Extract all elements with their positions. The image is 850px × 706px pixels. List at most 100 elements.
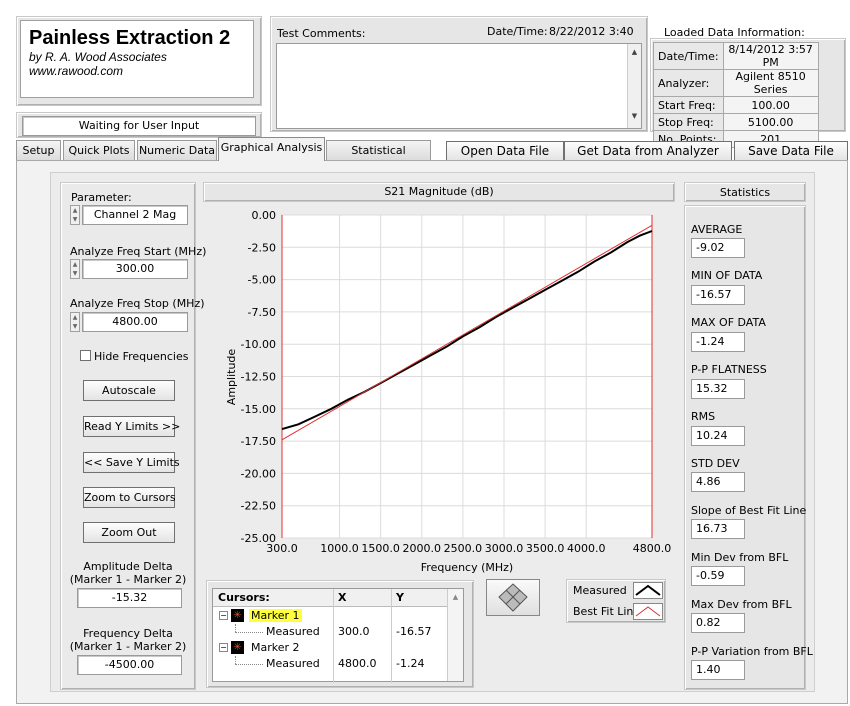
info-key: Stop Freq: [653,113,724,131]
tab-graphical-analysis[interactable]: Graphical Analysis [218,137,325,161]
info-row: Stop Freq: 5100.00 [653,113,819,131]
cursors-table[interactable]: Cursors: X Y − ✳ Marker 1 Measured 300.0… [212,588,464,683]
stat-value-min-dev-bfl: -0.59 [691,566,745,586]
marker-sub-row: Measured 4800.0 -1.24 [213,656,463,672]
test-comments-input[interactable] [276,43,642,129]
legend-measured-line-icon [635,584,661,596]
stat-label-min-dev-bfl: Min Dev from BFL [691,551,789,564]
analyze-stop-field[interactable]: 4800.00 [82,312,188,332]
stat-label-pp-var-bfl: P-P Variation from BFL [691,645,813,658]
zoom-out-button[interactable]: Zoom Out [83,522,175,543]
stat-label-min: MIN OF DATA [691,269,763,282]
stat-value-min: -16.57 [691,285,745,305]
stat-label-average: AVERAGE [691,223,743,236]
info-value: Agilent 8510 Series [722,69,819,97]
scroll-down-icon[interactable]: ▼ [628,112,641,120]
save-data-file-button[interactable]: Save Data File [734,141,848,161]
y-tick-label: -2.50 [248,241,276,254]
zoom-to-cursors-button[interactable]: Zoom to Cursors [83,487,176,508]
marker-sub-label: Measured [266,625,320,638]
y-axis-label: Amplitude [225,349,238,406]
cursors-y-header: Y [396,591,404,604]
marker-crosshair-icon: ✳ [231,641,244,654]
stat-label-std-dev: STD DEV [691,457,740,470]
legend-bestfit-label: Best Fit Line [573,605,641,618]
graph-pan-button[interactable] [486,579,540,616]
y-axis-ticks: 0.00 -2.50 -5.00 -7.50 -10.00 -12.50 -15.00 -17… [241,209,276,545]
analyze-stop-label: Analyze Freq Stop (MHz) [70,297,205,310]
marker-row[interactable]: − ✳ Marker 1 [213,608,463,624]
marker-y-value: -16.57 [396,625,432,638]
collapse-icon[interactable]: − [219,611,228,620]
x-tick-label: 4800.0 [633,542,672,555]
x-tick-label: 1500.0 [361,542,400,555]
y-tick-label: -7.50 [248,306,276,319]
test-comments-label: Test Comments: [277,27,366,40]
parameter-field[interactable]: Channel 2 Mag [82,205,188,225]
amplitude-delta-field: -15.32 [77,588,182,608]
frequency-delta-field: -4500.00 [77,655,182,675]
tab-quick-plots[interactable]: Quick Plots [63,140,135,160]
stat-value-pp-var-bfl: 1.40 [691,660,745,680]
get-data-analyzer-button[interactable]: Get Data from Analyzer [564,141,732,161]
tab-setup[interactable]: Setup [16,140,61,160]
stat-value-average: -9.02 [691,238,745,258]
parameter-spinner[interactable]: ▲ ▼ [70,205,80,225]
x-tick-label: 3000.0 [485,542,524,555]
app-website: www.rawood.com [29,64,124,78]
x-tick-label: 2500.0 [444,542,483,555]
start-spinner[interactable]: ▲ ▼ [70,259,80,279]
autoscale-button[interactable]: Autoscale [83,380,175,401]
x-tick-label: 2000.0 [403,542,442,555]
save-y-limits-button[interactable]: << Save Y Limits [83,452,180,473]
stop-spinner[interactable]: ▲ ▼ [70,312,80,332]
analyze-start-label: Analyze Freq Start (MHz) [70,245,207,258]
open-data-file-button[interactable]: Open Data File [446,141,564,161]
stat-label-pp-flatness: P-P FLATNESS [691,363,767,376]
stat-label-rms: RMS [691,410,716,423]
datetime-value: 8/22/2012 3:40 [549,25,634,38]
info-value: 8/14/2012 3:57 PM [722,42,819,70]
scroll-up-icon[interactable]: ▲ [628,48,641,56]
info-row: Date/Time: 8/14/2012 3:57 PM [653,42,819,70]
info-value: 100.00 [722,96,819,114]
cursors-scrollbar[interactable]: ▲ [447,589,463,681]
tab-numeric-data[interactable]: Numeric Data [137,140,217,160]
chart-title: S21 Magnitude (dB) [384,185,494,198]
tree-line [235,664,263,665]
read-y-limits-button[interactable]: Read Y Limits >> [83,416,180,437]
legend-measured-label: Measured [573,584,627,597]
hide-frequencies-checkbox[interactable] [80,350,91,361]
loaded-info-table: Date/Time: 8/14/2012 3:57 PM Analyzer: Agi… [653,42,819,148]
parameter-label: Parameter: [71,191,132,204]
marker-x-value: 300.0 [338,625,370,638]
marker-sub-label: Measured [266,657,320,670]
legend-bestfit-line-icon [635,606,661,617]
collapse-icon[interactable]: − [219,643,228,652]
title-box: Painless Extraction 2 by R. A. Wood Asso… [20,20,254,98]
marker-sub-row: Measured 300.0 -16.57 [213,624,463,640]
marker-name: Marker 2 [251,641,300,654]
legend-measured-swatch[interactable] [633,582,663,599]
info-key: Date/Time: [653,42,724,70]
cursors-header-row: Cursors: X Y [213,589,463,683]
frequency-delta-sublabel: (Marker 1 - Marker 2) [69,640,187,653]
chart-svg: 0.00 -2.50 -5.00 -7.50 -10.00 -12.50 -15.00 -17… [225,209,671,574]
y-tick-label: 0.00 [252,209,277,222]
scroll-up-icon[interactable]: ▲ [448,593,463,601]
datetime-label: Date/Time: [487,25,548,38]
marker-x-value: 4800.0 [338,657,377,670]
stat-value-rms: 10.24 [691,426,745,446]
app-author: by R. A. Wood Associates [29,50,167,64]
x-axis-ticks: 300.0 1000.0 1500.0 2000.0 2500.0 3000.0 3500.… [266,542,671,555]
marker-row[interactable]: − ✳ Marker 2 [213,640,463,656]
x-tick-label: 4000.0 [567,542,606,555]
amplitude-delta-label: Amplitude Delta [83,560,173,573]
comments-scrollbar[interactable]: ▲ ▼ [627,44,641,128]
tab-statistical-analysis[interactable]: Statistical Analysis [326,140,431,176]
x-axis-label: Frequency (MHz) [421,561,513,574]
stat-label-max-dev-bfl: Max Dev from BFL [691,598,792,611]
analyze-start-field[interactable]: 300.00 [82,259,188,279]
legend-bestfit-swatch[interactable] [633,603,663,620]
status-field: Waiting for User Input [22,116,256,136]
